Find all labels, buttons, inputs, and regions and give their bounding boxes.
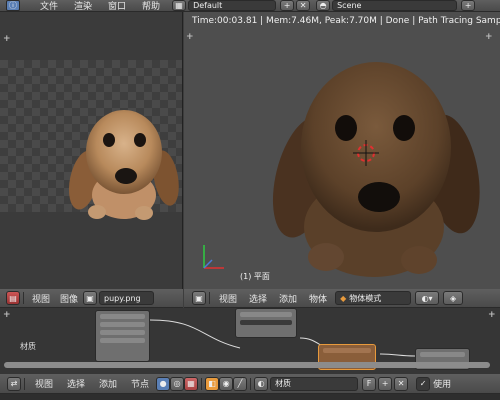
fake-user-button[interactable]: F: [362, 376, 377, 391]
menu-node[interactable]: 节点: [124, 377, 156, 390]
menu-view[interactable]: 视图: [27, 292, 55, 305]
rendered-puppy: [272, 62, 480, 277]
object-mode-icon: ◆: [340, 293, 347, 303]
add-material-button[interactable]: +: [378, 376, 393, 391]
use-nodes-label: 使用: [433, 380, 452, 390]
bottom-strip: [0, 394, 500, 400]
world-icon[interactable]: ◉: [219, 376, 234, 391]
menu-view[interactable]: 视图: [28, 377, 60, 390]
area-corner-icon[interactable]: +: [3, 34, 11, 44]
scene-icon[interactable]: ◓: [316, 0, 331, 11]
menu-render[interactable]: 渲染: [66, 0, 100, 12]
toolshelf-toggle-icon[interactable]: +: [485, 32, 493, 42]
shader-nodes-icon[interactable]: ●: [156, 376, 171, 391]
menu-help[interactable]: 帮助: [134, 0, 168, 12]
editor-type-icon[interactable]: ▣: [192, 291, 206, 305]
menu-file[interactable]: 文件: [32, 0, 66, 12]
top-menu-bar: ⓘ 文件 渲染 窗口 帮助 ▦ Default + ✕ ◓ Scene +: [0, 0, 500, 12]
menu-select[interactable]: 选择: [60, 377, 92, 390]
menu-window[interactable]: 窗口: [100, 0, 134, 12]
editor-type-icon[interactable]: ▤: [6, 291, 20, 305]
scene-name-field[interactable]: Scene: [332, 0, 458, 11]
screen-layout-icon[interactable]: ▦: [172, 0, 187, 11]
image-editor-header: ▤ 视图 图像 ▣ pupy.png: [0, 289, 183, 308]
menu-object[interactable]: 物体: [303, 292, 333, 305]
menu-add[interactable]: 添加: [273, 292, 303, 305]
image-browse-icon[interactable]: ▣: [83, 291, 98, 305]
viewport-header: ▣ 视图 选择 添加 物体 ◆ 物体模式 ◐▾ ◈: [184, 289, 500, 308]
axis-gizmo-icon: [203, 245, 224, 269]
area-corner-icon[interactable]: +: [186, 32, 194, 42]
material-browse-icon[interactable]: ◐: [254, 376, 269, 391]
line-style-icon[interactable]: ╱: [233, 376, 248, 391]
texture-nodes-icon[interactable]: ▦: [184, 376, 199, 391]
remove-layout-button[interactable]: ✕: [296, 0, 311, 11]
viewport-shading-select[interactable]: ◐▾: [415, 291, 440, 305]
compositing-nodes-icon[interactable]: ◎: [170, 376, 185, 391]
menu-image[interactable]: 图像: [55, 292, 83, 305]
unlink-material-button[interactable]: ✕: [394, 376, 409, 391]
horizontal-scrollbar[interactable]: [4, 362, 490, 368]
add-scene-button[interactable]: +: [461, 0, 476, 11]
image-name-field[interactable]: pupy.png: [99, 291, 155, 305]
node-image-texture[interactable]: [95, 310, 150, 362]
viewport-3d[interactable]: Time:00:03.81 | Mem:7.46M, Peak:7.70M | …: [184, 12, 500, 289]
node-shader[interactable]: [235, 308, 297, 338]
puppy-image-thumbnail: [68, 110, 179, 220]
object-data-icon[interactable]: ◧: [205, 376, 220, 391]
interaction-mode-select[interactable]: ◆ 物体模式: [335, 291, 412, 305]
mode-label: 物体模式: [349, 293, 382, 303]
pivot-point-select[interactable]: ◈: [443, 291, 464, 305]
node-editor-area[interactable]: + + 材质: [0, 308, 500, 374]
node-editor-header: ⇄ 视图 选择 添加 节点 ● ◎ ▦ ◧ ◉ ╱ ◐ 材质 F + ✕ ✓ 使…: [0, 374, 500, 394]
layout-name-field[interactable]: Default: [188, 0, 277, 11]
render-status-text: Time:00:03.81 | Mem:7.46M, Peak:7.70M | …: [192, 16, 500, 26]
menu-view[interactable]: 视图: [213, 292, 243, 305]
3d-cursor-icon[interactable]: [353, 140, 379, 166]
menu-add[interactable]: 添加: [92, 377, 124, 390]
material-name-field[interactable]: 材质: [270, 376, 359, 391]
active-object-label: (1) 平面: [240, 272, 270, 281]
info-editor-icon[interactable]: ⓘ: [6, 0, 20, 11]
add-layout-button[interactable]: +: [280, 0, 295, 11]
menu-select[interactable]: 选择: [243, 292, 273, 305]
editor-type-icon[interactable]: ⇄: [7, 376, 21, 391]
use-nodes-checkbox[interactable]: ✓: [416, 376, 431, 391]
